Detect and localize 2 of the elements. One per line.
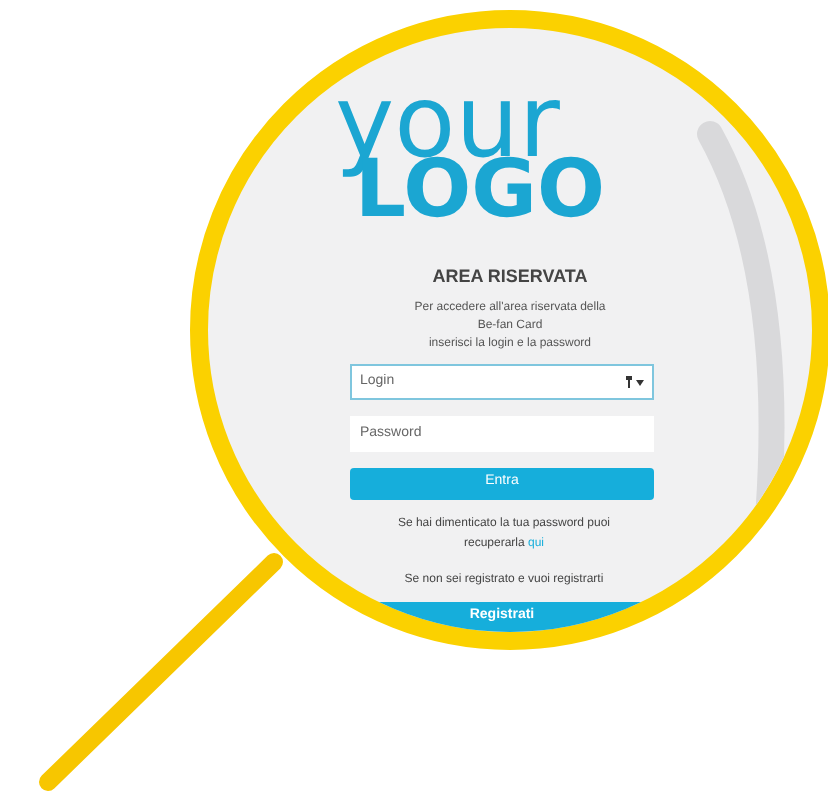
key-dropdown-icon[interactable] <box>624 375 646 387</box>
section-title: AREA RISERVATA <box>432 264 588 290</box>
